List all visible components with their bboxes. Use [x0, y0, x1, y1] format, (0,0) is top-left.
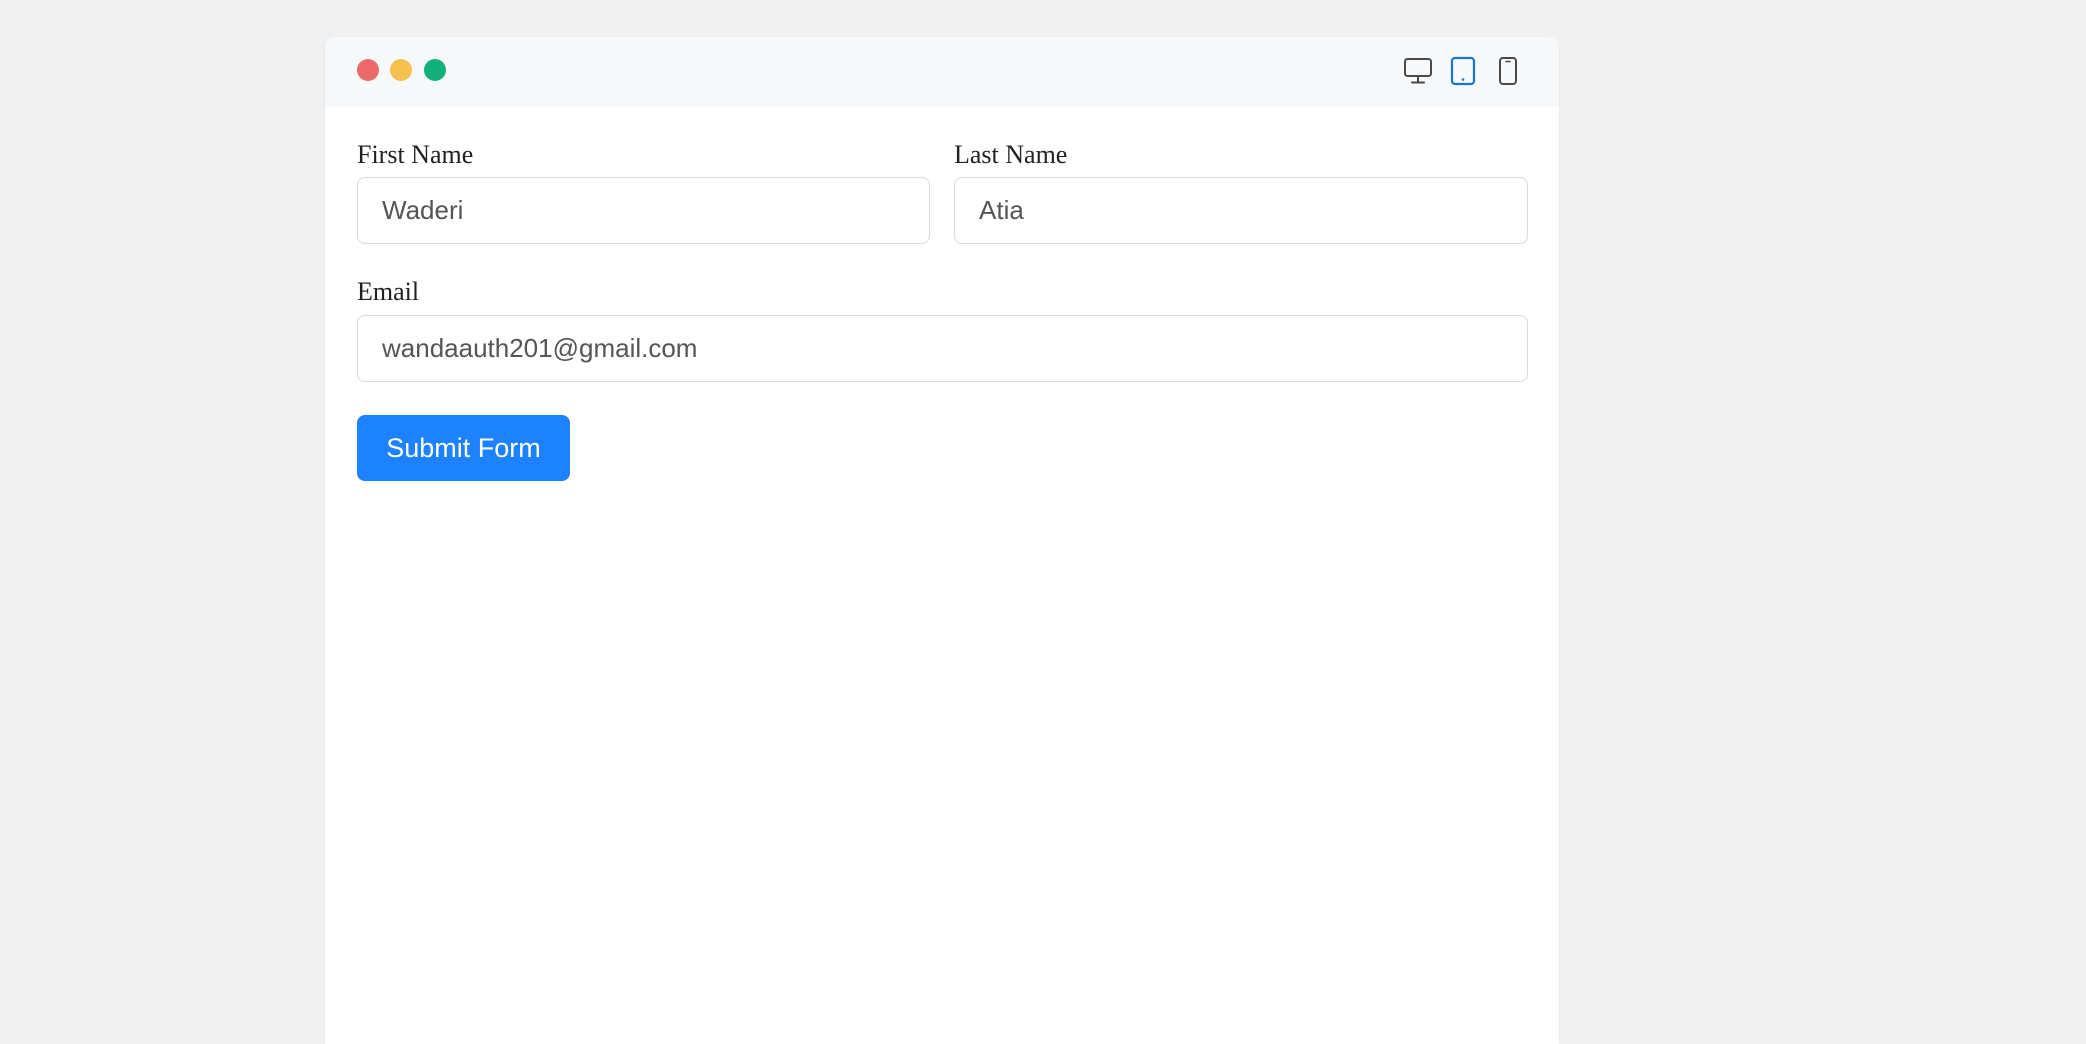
maximize-window-button[interactable] — [424, 59, 446, 81]
minimize-window-button[interactable] — [390, 59, 412, 81]
mobile-view-button[interactable] — [1489, 53, 1527, 89]
window-titlebar — [325, 37, 1559, 107]
desktop-icon — [1404, 58, 1432, 84]
last-name-label: Last Name — [954, 140, 1068, 169]
first-name-label: First Name — [357, 140, 474, 169]
mobile-icon — [1499, 57, 1517, 85]
last-name-input[interactable] — [954, 177, 1528, 244]
submit-form-button[interactable]: Submit Form — [357, 415, 570, 481]
preview-window: First Name Last Name Email Submit Form — [325, 37, 1559, 1044]
close-window-button[interactable] — [357, 59, 379, 81]
tablet-view-button[interactable] — [1444, 53, 1482, 89]
email-label: Email — [357, 277, 420, 306]
first-name-input[interactable] — [357, 177, 930, 244]
tablet-icon — [1450, 56, 1476, 86]
desktop-view-button[interactable] — [1399, 53, 1437, 89]
email-input[interactable] — [357, 315, 1528, 382]
